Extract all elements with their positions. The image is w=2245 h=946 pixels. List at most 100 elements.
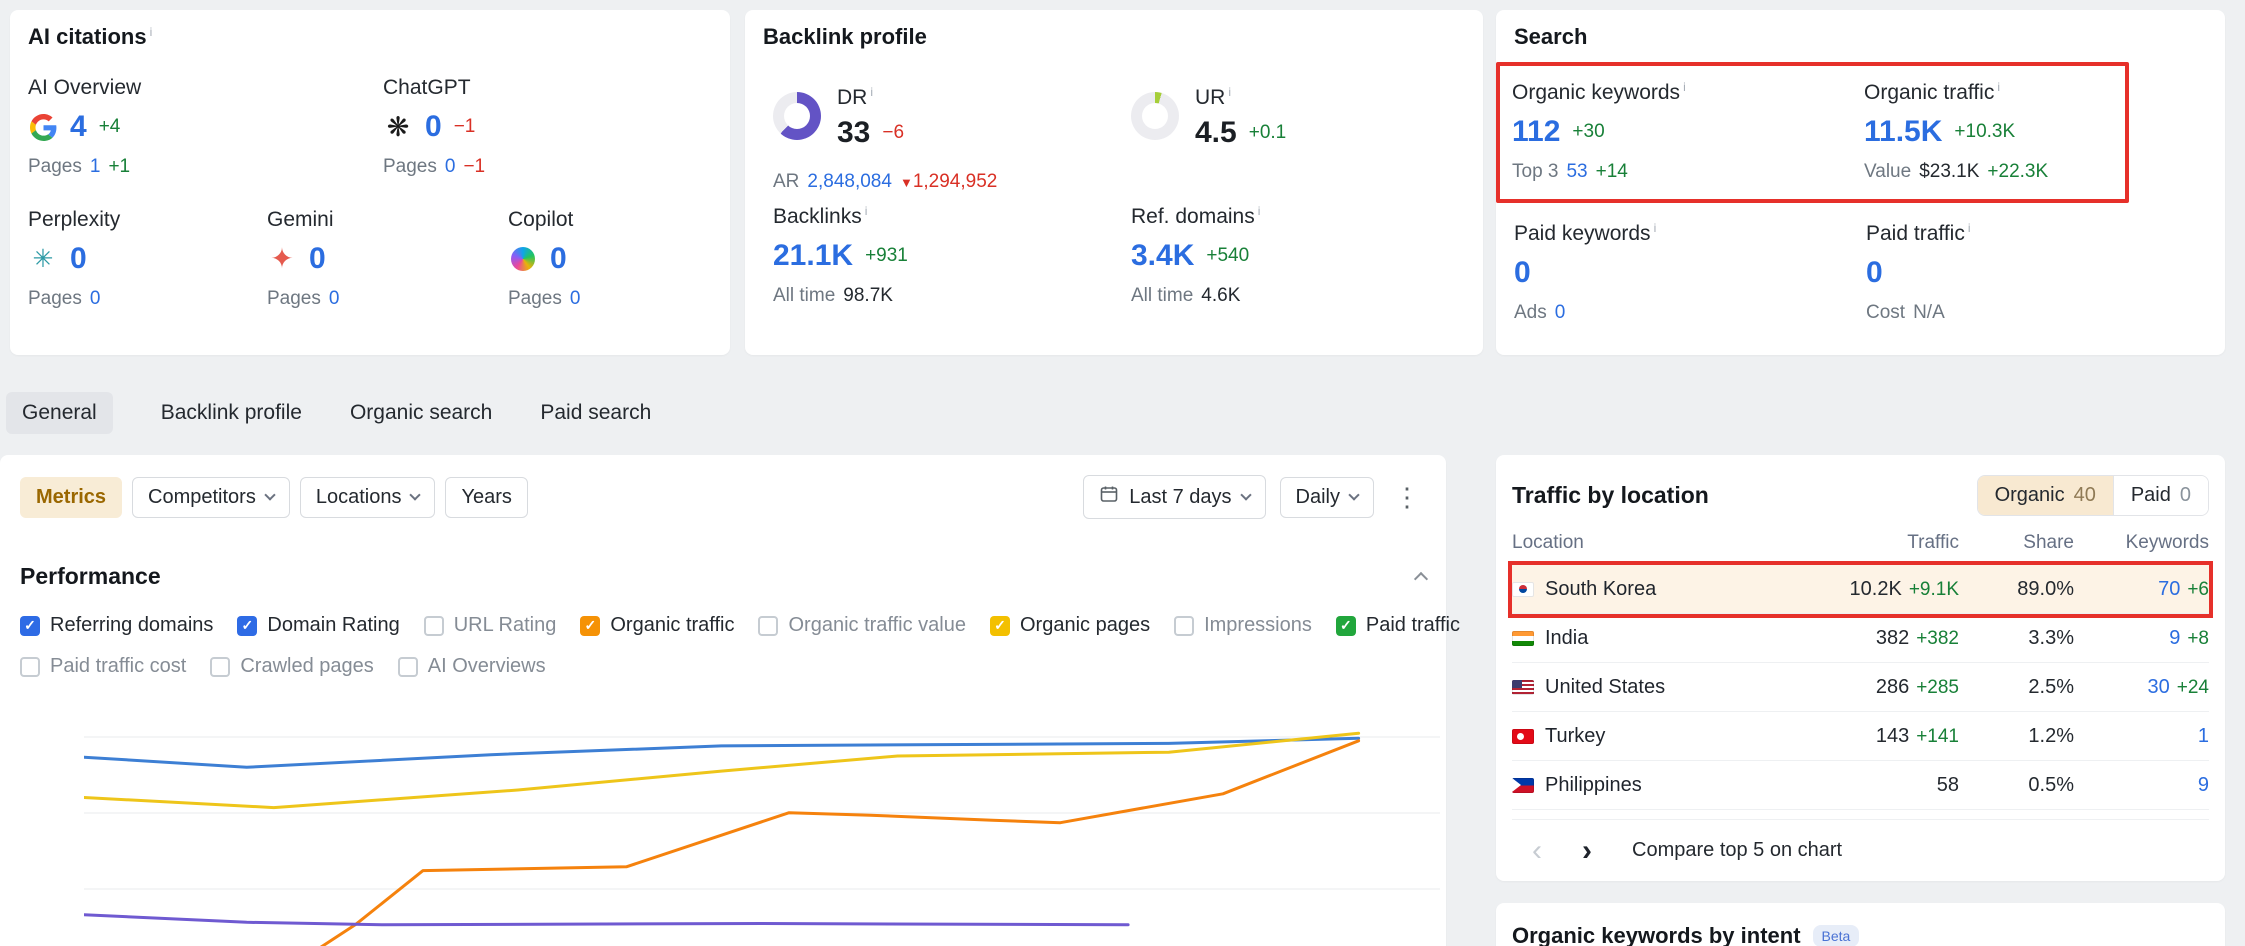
competitors-label: Competitors — [148, 486, 256, 509]
ur-label-text: UR — [1195, 86, 1225, 109]
table-row-philippines[interactable]: Philippines 58 0.5% 9 — [1512, 761, 2209, 810]
info-icon[interactable]: i — [1968, 221, 1971, 235]
date-range-dropdown[interactable]: Last 7 days — [1083, 475, 1265, 519]
more-options-button[interactable]: ⋮ — [1388, 484, 1426, 510]
metrics-button[interactable]: Metrics — [20, 477, 122, 518]
perplexity-value[interactable]: 0 — [70, 244, 87, 274]
granularity-dropdown[interactable]: Daily — [1280, 477, 1374, 518]
organic-keywords-delta: +30 — [1572, 121, 1604, 143]
ads-value[interactable]: 0 — [1555, 302, 1566, 324]
info-icon[interactable]: i — [1258, 204, 1261, 218]
traffic-value: 10.2K — [1850, 578, 1902, 601]
table-row-south-korea[interactable]: South Korea 10.2K+9.1K 89.0% 70+6 — [1512, 565, 2209, 614]
prev-page-button[interactable]: ‹ — [1532, 836, 1542, 866]
checkbox-ai-overviews[interactable]: AI Overviews — [398, 655, 546, 678]
compare-top5-button[interactable]: Compare top 5 on chart — [1632, 839, 1842, 862]
locations-dropdown[interactable]: Locations — [300, 477, 436, 518]
toggle-paid[interactable]: Paid 0 — [2113, 476, 2208, 515]
organic-traffic-delta: +10.3K — [1954, 121, 2015, 143]
toggle-organic[interactable]: Organic 40 — [1978, 476, 2113, 515]
keywords-value[interactable]: 9 — [2198, 774, 2209, 797]
gemini-value[interactable]: 0 — [309, 244, 326, 274]
pages-value[interactable]: 1 — [90, 156, 101, 178]
checkbox-label: Paid traffic cost — [50, 655, 186, 678]
checkbox-paid-traffic-cost[interactable]: Paid traffic cost — [20, 655, 186, 678]
checkbox-impressions[interactable]: Impressions — [1174, 614, 1312, 637]
info-icon[interactable]: i — [150, 25, 153, 39]
table-row-turkey[interactable]: Turkey 143+141 1.2% 1 — [1512, 712, 2209, 761]
checkbox-organic-pages[interactable]: ✓Organic pages — [990, 614, 1150, 637]
checkbox-organic-traffic-value[interactable]: Organic traffic value — [758, 614, 966, 637]
checkbox-label: Crawled pages — [240, 655, 373, 678]
years-button[interactable]: Years — [445, 477, 527, 518]
collapse-section-button[interactable] — [1414, 572, 1428, 586]
ai-overview-metric: AI Overview 4 +4 Pages 1 +1 — [28, 76, 383, 178]
ur-donut-chart — [1131, 92, 1179, 140]
checkbox-checked-icon: ✓ — [990, 616, 1010, 636]
ai-citations-card: AI citationsi AI Overview 4 +4 Pages 1 +… — [10, 10, 730, 355]
section-tabs: General Backlink profile Organic search … — [6, 392, 651, 434]
column-share: Share — [1959, 532, 2074, 554]
checkbox-domain-rating[interactable]: ✓Domain Rating — [237, 614, 399, 637]
info-icon[interactable]: i — [865, 204, 868, 218]
pages-value[interactable]: 0 — [329, 288, 340, 310]
pages-value[interactable]: 0 — [570, 288, 581, 310]
checkbox-organic-traffic[interactable]: ✓Organic traffic — [580, 614, 734, 637]
tab-organic-search[interactable]: Organic search — [350, 392, 492, 434]
info-icon[interactable]: i — [1997, 80, 2000, 94]
tab-general[interactable]: General — [6, 392, 113, 434]
info-icon[interactable]: i — [870, 85, 873, 99]
organic-keywords-value[interactable]: 112 — [1512, 117, 1560, 147]
ur-delta: +0.1 — [1249, 122, 1287, 144]
paid-keywords-value[interactable]: 0 — [1514, 258, 1531, 288]
keywords-value[interactable]: 1 — [2198, 725, 2209, 748]
pages-value[interactable]: 0 — [445, 156, 456, 178]
info-icon[interactable]: i — [1683, 80, 1686, 94]
table-row-united-states[interactable]: United States 286+285 2.5% 30+24 — [1512, 663, 2209, 712]
copilot-metric: Copilot 0 Pages 0 — [508, 208, 712, 310]
country-name: Philippines — [1545, 774, 1642, 797]
tab-paid-search[interactable]: Paid search — [540, 392, 651, 434]
backlinks-metric: Backlinksi 21.1K +931 All time 98.7K — [773, 204, 1131, 307]
value-amount: $23.1K — [1919, 161, 1979, 183]
info-icon[interactable]: i — [1228, 85, 1231, 99]
value-delta: +22.3K — [1987, 161, 2048, 183]
tab-backlink-profile[interactable]: Backlink profile — [161, 392, 302, 434]
philippines-flag-icon — [1512, 778, 1534, 793]
keywords-value[interactable]: 30 — [2148, 676, 2170, 699]
checkbox-unchecked-icon — [210, 657, 230, 677]
checkbox-label: Organic traffic value — [788, 614, 966, 637]
checkbox-referring-domains[interactable]: ✓Referring domains — [20, 614, 213, 637]
organic-traffic-metric: Organic traffici 11.5K +10.3K Value $23.… — [1864, 80, 2125, 183]
gemini-metric: Gemini ✦ 0 Pages 0 — [267, 208, 508, 310]
keywords-value[interactable]: 9 — [2169, 627, 2180, 650]
checkbox-label: URL Rating — [454, 614, 557, 637]
keywords-value[interactable]: 70 — [2158, 578, 2180, 601]
checkbox-crawled-pages[interactable]: Crawled pages — [210, 655, 373, 678]
gemini-icon: ✦ — [267, 244, 297, 274]
dr-backlinks-column: DRi 33 −6 AR 2,848,084 ▼1,294,952 Backli… — [773, 72, 1131, 307]
pages-value[interactable]: 0 — [90, 288, 101, 310]
gemini-label: Gemini — [267, 208, 508, 232]
organic-traffic-value[interactable]: 11.5K — [1864, 117, 1942, 147]
checkbox-url-rating[interactable]: URL Rating — [424, 614, 557, 637]
checkbox-checked-icon: ✓ — [237, 616, 257, 636]
copilot-value[interactable]: 0 — [550, 244, 567, 274]
ref-domains-label-text: Ref. domains — [1131, 205, 1255, 228]
table-row-india[interactable]: India 382+382 3.3% 9+8 — [1512, 614, 2209, 663]
paid-traffic-value[interactable]: 0 — [1866, 258, 1883, 288]
backlinks-value[interactable]: 21.1K — [773, 241, 853, 271]
country-name: India — [1545, 627, 1588, 650]
info-icon[interactable]: i — [1654, 221, 1657, 235]
chatgpt-value[interactable]: 0 — [425, 112, 442, 142]
competitors-dropdown[interactable]: Competitors — [132, 477, 290, 518]
ar-value[interactable]: 2,848,084 — [807, 171, 892, 193]
top3-value[interactable]: 53 — [1566, 161, 1587, 183]
share-value: 0.5% — [2028, 774, 2074, 797]
ref-domains-value[interactable]: 3.4K — [1131, 241, 1194, 271]
next-page-button[interactable]: › — [1582, 836, 1592, 866]
checkbox-paid-traffic[interactable]: ✓Paid traffic — [1336, 614, 1460, 637]
search-title: Search — [1514, 24, 2207, 50]
performance-card: Metrics Competitors Locations Years Last… — [0, 455, 1446, 946]
ai-overview-value[interactable]: 4 — [70, 112, 87, 142]
